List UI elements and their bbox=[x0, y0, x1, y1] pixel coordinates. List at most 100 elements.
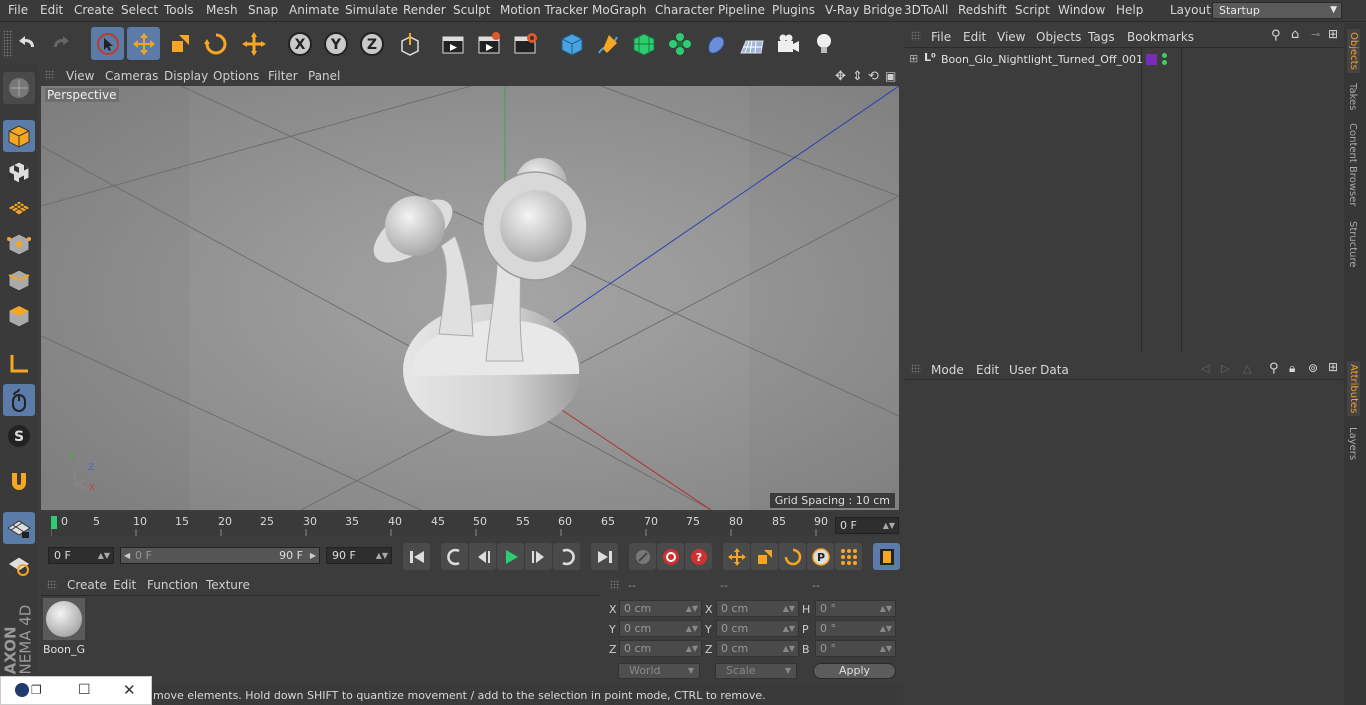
autokey-button[interactable] bbox=[657, 543, 684, 570]
menu-script[interactable]: Script bbox=[1015, 3, 1050, 17]
tab-attributes[interactable]: Attributes bbox=[1347, 361, 1360, 417]
deformer-button[interactable] bbox=[699, 27, 732, 60]
z-axis-button[interactable]: Z bbox=[355, 27, 388, 60]
tab-takes[interactable]: Takes bbox=[1347, 83, 1358, 110]
key-scale-button[interactable] bbox=[751, 543, 778, 570]
object-name[interactable]: Boon_Glo_Nightlight_Turned_Off_001 bbox=[941, 53, 1143, 66]
perspective-viewport[interactable]: Y Z X Perspective Grid Spacing : 10 cm bbox=[41, 86, 899, 510]
menu-window[interactable]: Window bbox=[1058, 3, 1105, 17]
playhead-marker[interactable] bbox=[51, 516, 57, 529]
next-frame-button[interactable] bbox=[525, 543, 552, 570]
expand-icon[interactable]: ⊞ bbox=[909, 52, 918, 65]
attributes-menu-user-data[interactable]: User Data bbox=[1009, 363, 1069, 377]
material-menu-edit[interactable]: Edit bbox=[113, 578, 136, 592]
light-button[interactable] bbox=[807, 27, 840, 60]
size-y-field[interactable]: 0 cm ▲▼ bbox=[716, 620, 799, 637]
rot-h-field[interactable]: 0 ° ▲▼ bbox=[815, 600, 896, 617]
viewport-menu-filter[interactable]: Filter bbox=[268, 69, 298, 83]
object-row[interactable]: ⊞ L⁰ Boon_Glo_Nightlight_Turned_Off_001 bbox=[905, 51, 1343, 69]
render-view-button[interactable] bbox=[436, 27, 469, 60]
link-icon[interactable]: ⊸ bbox=[1311, 28, 1320, 41]
timeline-ruler[interactable]: 0 5 10 15 20 25 30 35 40 45 50 55 60 65 … bbox=[41, 512, 901, 536]
menu-redshift[interactable]: Redshift bbox=[958, 3, 1007, 17]
pos-x-field[interactable]: 0 cm ▲▼ bbox=[619, 600, 702, 617]
attributes-menu-edit[interactable]: Edit bbox=[976, 363, 999, 377]
workplane-mode-button[interactable] bbox=[3, 192, 35, 224]
rot-p-field[interactable]: 0 ° ▲▼ bbox=[815, 620, 896, 637]
point-mode-button[interactable] bbox=[3, 228, 35, 260]
x-axis-button[interactable]: X bbox=[283, 27, 316, 60]
current-frame-field[interactable]: 0 F ▲▼ bbox=[835, 517, 899, 534]
viewport-menu-display[interactable]: Display bbox=[164, 69, 208, 83]
settings-icon[interactable]: ⊚ bbox=[1308, 361, 1318, 375]
menu-character[interactable]: Character bbox=[655, 3, 714, 17]
pen-button[interactable] bbox=[591, 27, 624, 60]
rotate-view-icon[interactable]: ⟲ bbox=[868, 69, 879, 84]
y-axis-button[interactable]: Y bbox=[319, 27, 352, 60]
new-window-icon[interactable]: ⊞ bbox=[1328, 360, 1338, 374]
menu-pipeline[interactable]: Pipeline bbox=[718, 3, 765, 17]
menu-snap[interactable]: Snap bbox=[248, 3, 278, 17]
lock-icon[interactable]: 🔒︎ bbox=[1289, 361, 1295, 376]
record-keys-button[interactable] bbox=[629, 543, 656, 570]
key-parameter-button[interactable]: P bbox=[807, 543, 834, 570]
viewport-menu-options[interactable]: Options bbox=[213, 69, 259, 83]
render-visibility-dot[interactable] bbox=[1162, 60, 1167, 65]
menu-tools[interactable]: Tools bbox=[164, 3, 194, 17]
coord-space-dropdown[interactable]: World ▼ bbox=[618, 663, 700, 679]
menu-help[interactable]: Help bbox=[1116, 3, 1143, 17]
cloner-button[interactable] bbox=[663, 27, 696, 60]
menu-select[interactable]: Select bbox=[121, 3, 158, 17]
forward-arrow-icon[interactable]: ▷ bbox=[1221, 362, 1229, 375]
up-arrow-icon[interactable]: △ bbox=[1243, 362, 1251, 375]
menu-vray-bridge[interactable]: V-Ray Bridge bbox=[825, 3, 902, 17]
viewport-menu-cameras[interactable]: Cameras bbox=[105, 69, 158, 83]
edge-mode-button[interactable] bbox=[3, 264, 35, 296]
key-position-button[interactable] bbox=[723, 543, 750, 570]
maximize-view-icon[interactable]: ▣ bbox=[885, 69, 896, 83]
material-menu-texture[interactable]: Texture bbox=[206, 578, 250, 592]
objects-menu-bookmarks[interactable]: Bookmarks bbox=[1127, 30, 1194, 44]
rotate-button[interactable] bbox=[199, 27, 232, 60]
menu-mesh[interactable]: Mesh bbox=[206, 3, 238, 17]
redo-button[interactable] bbox=[45, 27, 78, 60]
home-icon[interactable]: ⌂ bbox=[1291, 27, 1299, 42]
pos-y-field[interactable]: 0 cm ▲▼ bbox=[619, 620, 702, 637]
tweak-mode-button[interactable] bbox=[3, 384, 35, 416]
previous-key-button[interactable] bbox=[441, 543, 468, 570]
material-menu-function[interactable]: Function bbox=[147, 578, 198, 592]
timeline-window-button[interactable] bbox=[873, 543, 900, 570]
frame-range-slider[interactable]: ◀ 0 F 90 F ▶ bbox=[120, 547, 320, 564]
objects-menu-tags[interactable]: Tags bbox=[1088, 30, 1115, 44]
restore-icon[interactable]: ❐ bbox=[31, 683, 42, 697]
viewport-menu-view[interactable]: View bbox=[66, 69, 94, 83]
attributes-menu-mode[interactable]: Mode bbox=[931, 363, 964, 377]
next-key-button[interactable] bbox=[553, 543, 580, 570]
back-arrow-icon[interactable]: ◁ bbox=[1201, 362, 1209, 375]
objects-menu-objects[interactable]: Objects bbox=[1036, 30, 1081, 44]
menu-simulate[interactable]: Simulate bbox=[345, 3, 398, 17]
locked-workplane-button[interactable] bbox=[3, 512, 35, 544]
snap-button[interactable]: S bbox=[3, 420, 35, 452]
menu-create[interactable]: Create bbox=[74, 3, 114, 17]
scale-button[interactable] bbox=[163, 27, 196, 60]
maximize-icon[interactable]: ☐ bbox=[78, 682, 91, 698]
previous-frame-button[interactable] bbox=[469, 543, 496, 570]
layer-color-swatch[interactable] bbox=[1146, 54, 1157, 65]
pos-z-field[interactable]: 0 cm ▲▼ bbox=[619, 640, 702, 657]
render-active-button[interactable] bbox=[472, 27, 505, 60]
coord-mode-dropdown[interactable]: Scale ▼ bbox=[715, 663, 797, 679]
move-view-icon[interactable]: ✥ bbox=[835, 69, 846, 84]
menu-sculpt[interactable]: Sculpt bbox=[453, 3, 490, 17]
menu-motion-tracker[interactable]: Motion Tracker bbox=[500, 3, 588, 17]
size-z-field[interactable]: 0 cm ▲▼ bbox=[716, 640, 799, 657]
go-to-end-button[interactable] bbox=[591, 543, 618, 570]
make-editable-button[interactable] bbox=[3, 72, 35, 104]
material-swatch[interactable]: Boon_G bbox=[43, 598, 85, 656]
layout-select[interactable]: Startup ▼ bbox=[1212, 2, 1342, 19]
tab-layers[interactable]: Layers bbox=[1347, 427, 1358, 460]
texture-mode-button[interactable] bbox=[3, 156, 35, 188]
menu-mograph[interactable]: MoGraph bbox=[592, 3, 647, 17]
tab-objects[interactable]: Objects bbox=[1347, 29, 1360, 73]
menu-plugins[interactable]: Plugins bbox=[772, 3, 815, 17]
